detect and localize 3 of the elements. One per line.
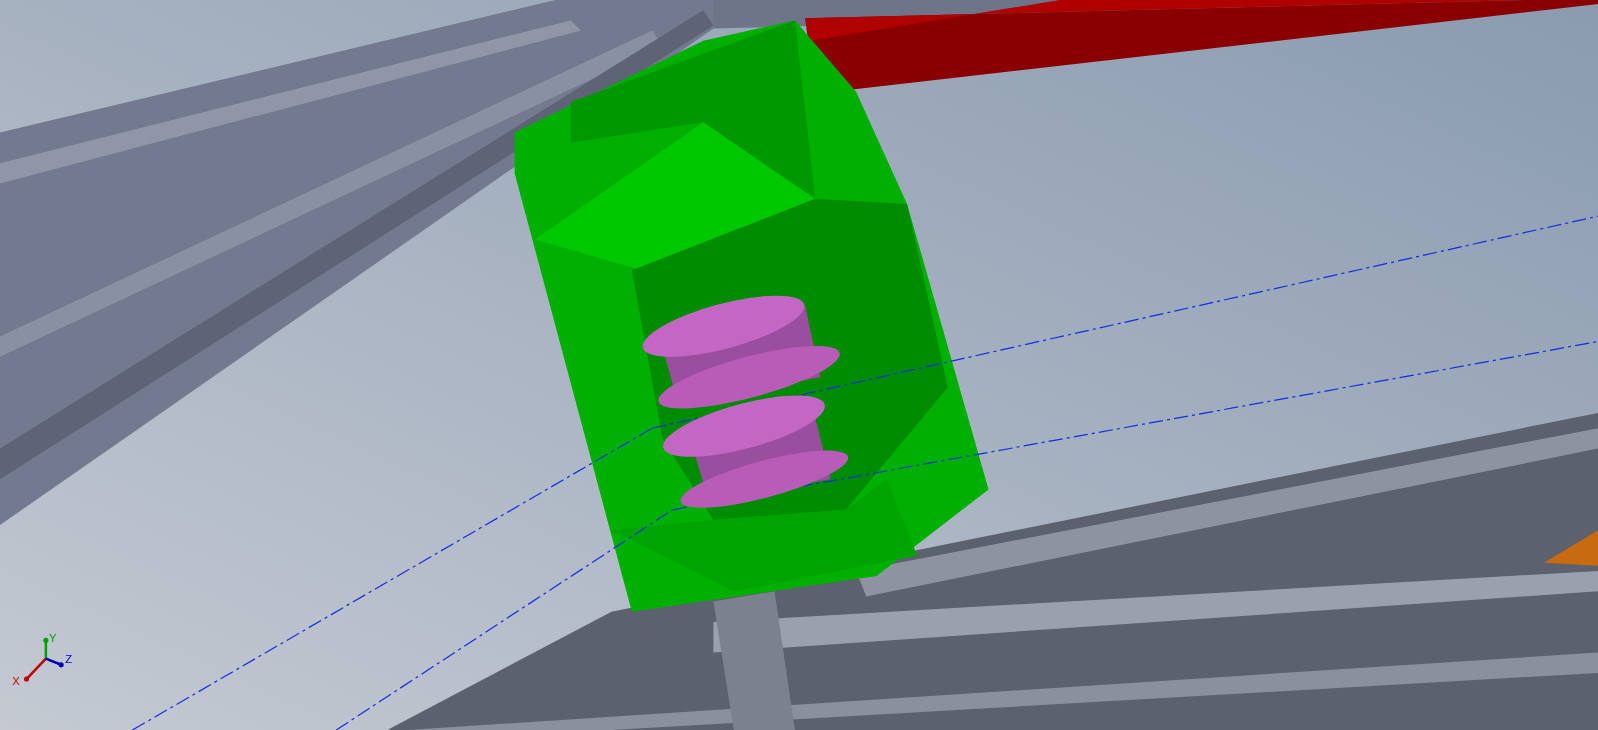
axis-label: Y: [48, 632, 57, 645]
axis-label: Z: [65, 652, 73, 665]
axis-label: X: [12, 675, 20, 688]
